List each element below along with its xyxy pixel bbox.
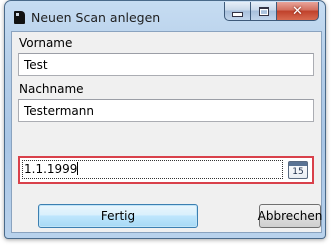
minimize-icon	[232, 11, 243, 17]
cancel-button[interactable]: Abbrechen	[258, 204, 322, 228]
close-button[interactable]: ✕	[276, 2, 319, 21]
calendar-button[interactable]: 15	[288, 161, 308, 179]
date-value: 1.1.1999	[24, 162, 78, 176]
last-name-input[interactable]: Testermann	[18, 99, 314, 122]
dialog-window: Neuen Scan anlegen ✕ Vorname Test Nachna…	[4, 0, 326, 239]
caption-buttons: ✕	[224, 2, 319, 21]
date-input[interactable]: 1.1.1999	[22, 160, 283, 179]
minimize-button[interactable]	[224, 2, 250, 21]
window-title: Neuen Scan anlegen	[31, 10, 161, 25]
dialog-content: Vorname Test Nachname Testermann 1.1.199…	[11, 31, 322, 233]
close-icon: ✕	[292, 3, 303, 19]
maximize-button[interactable]	[250, 2, 276, 21]
calendar-day-number: 15	[292, 167, 304, 177]
date-picker: 1.1.1999 15	[18, 156, 314, 184]
app-icon[interactable]	[14, 11, 25, 24]
finish-button[interactable]: Fertig	[38, 204, 198, 228]
title-bar[interactable]: Neuen Scan anlegen ✕	[5, 1, 325, 31]
last-name-label: Nachname	[19, 82, 84, 96]
first-name-input[interactable]: Test	[18, 53, 314, 76]
text-caret	[77, 162, 79, 175]
maximize-icon	[258, 6, 269, 16]
first-name-label: Vorname	[19, 36, 73, 50]
